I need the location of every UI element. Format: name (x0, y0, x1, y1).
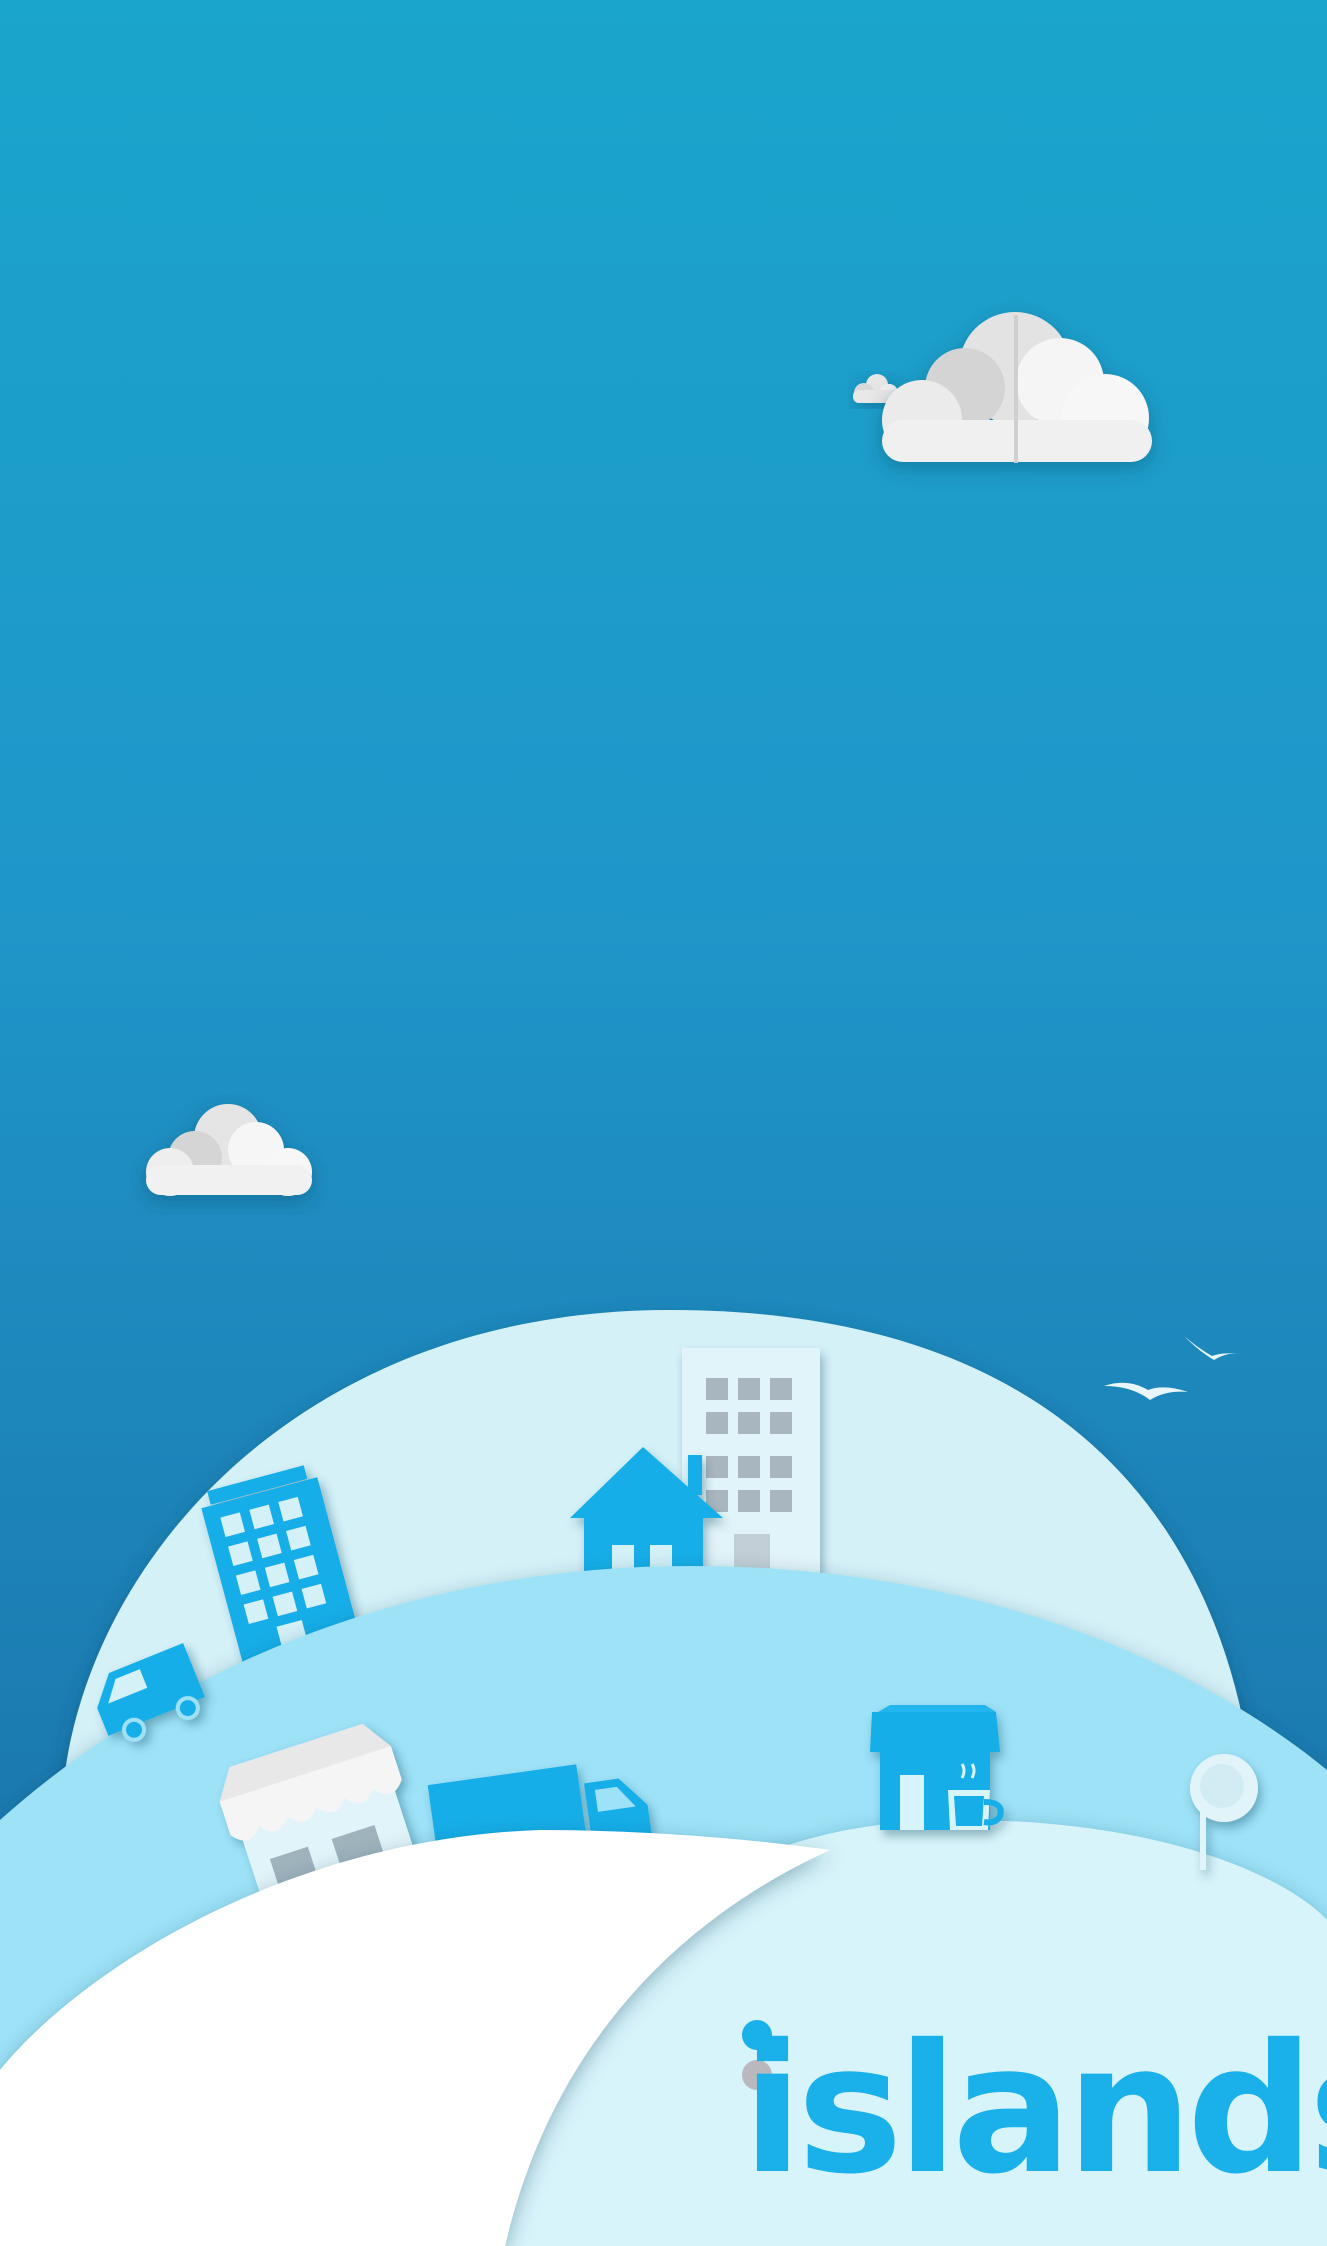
cloud-icon (882, 312, 1152, 463)
cloud-icon (146, 1104, 312, 1196)
app-logo: islands (742, 2020, 1327, 2200)
splash-screen: islands (0, 0, 1327, 2246)
logo-wordmark: islands (742, 2006, 1327, 2213)
cafe-icon (870, 1705, 1004, 1830)
paper-landscape (0, 312, 1327, 2246)
bird-icon (1104, 1336, 1240, 1400)
